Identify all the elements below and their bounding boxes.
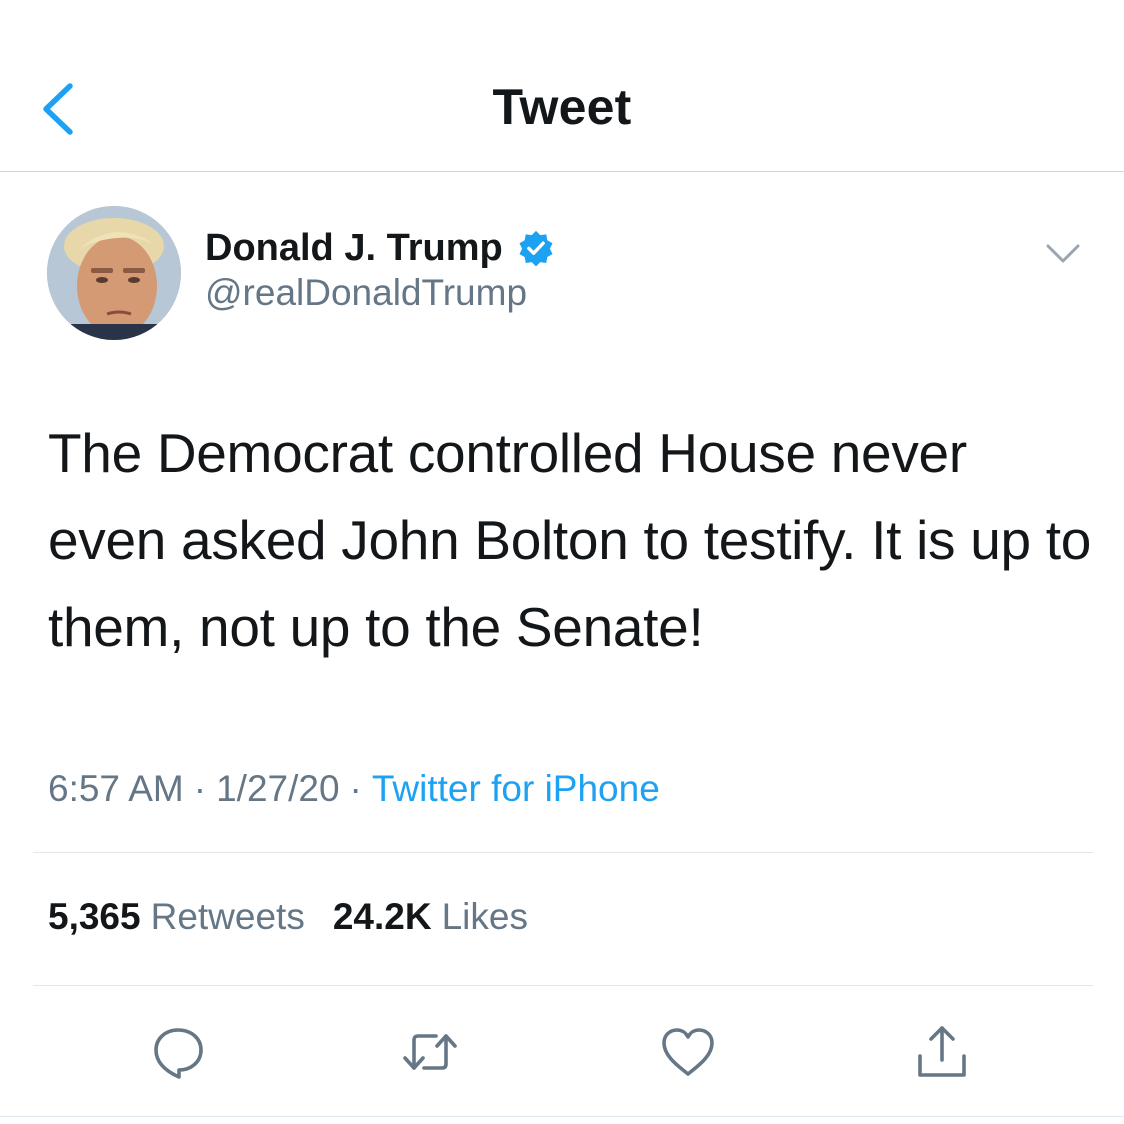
tweet-meta: 6:57 AM · 1/27/20 · Twitter for iPhone — [48, 768, 660, 814]
retweet-button[interactable] — [398, 1020, 462, 1084]
tweet-date: 1/27/20 — [216, 768, 340, 809]
retweets-label: Retweets — [150, 896, 305, 937]
tweet-text: The Democrat controlled House never even… — [48, 422, 1092, 658]
divider — [33, 852, 1093, 853]
retweets-count: 5,365 — [48, 896, 141, 937]
tweet-menu-button[interactable] — [1040, 236, 1086, 272]
author-name-row: Donald J. Trump — [205, 224, 555, 272]
tweet-stats: 5,365 Retweets 24.2K Likes — [48, 896, 528, 946]
meta-separator: · — [193, 768, 207, 809]
share-button[interactable] — [910, 1020, 974, 1084]
divider — [33, 985, 1093, 986]
avatar-photo — [47, 206, 181, 340]
navigation-header: Tweet — [0, 0, 1124, 172]
reply-button[interactable] — [146, 1020, 210, 1084]
like-button[interactable] — [656, 1020, 720, 1084]
tweet-source-link[interactable]: Twitter for iPhone — [372, 768, 660, 809]
author-name[interactable]: Donald J. Trump — [205, 227, 503, 270]
page-title: Tweet — [492, 79, 632, 135]
share-icon — [918, 1026, 966, 1077]
likes-count: 24.2K — [332, 896, 432, 937]
heart-icon — [662, 1028, 714, 1076]
author-handle[interactable]: @realDonaldTrump — [205, 272, 527, 314]
divider — [0, 1116, 1124, 1117]
retweets-stat[interactable]: 5,365 Retweets — [48, 896, 305, 946]
tweet-time: 6:57 AM — [48, 768, 184, 809]
retweet-icon — [403, 1034, 457, 1070]
verified-badge-icon — [519, 230, 553, 267]
tweet-detail-screen: Tweet Donald J. Trump @realDonaldTrump T — [0, 0, 1124, 1124]
reply-icon — [154, 1028, 203, 1079]
likes-label: Likes — [441, 896, 528, 937]
likes-stat[interactable]: 24.2K Likes — [333, 896, 528, 946]
avatar[interactable] — [47, 206, 181, 340]
chevron-down-icon — [1046, 244, 1080, 263]
meta-separator: · — [349, 768, 362, 809]
